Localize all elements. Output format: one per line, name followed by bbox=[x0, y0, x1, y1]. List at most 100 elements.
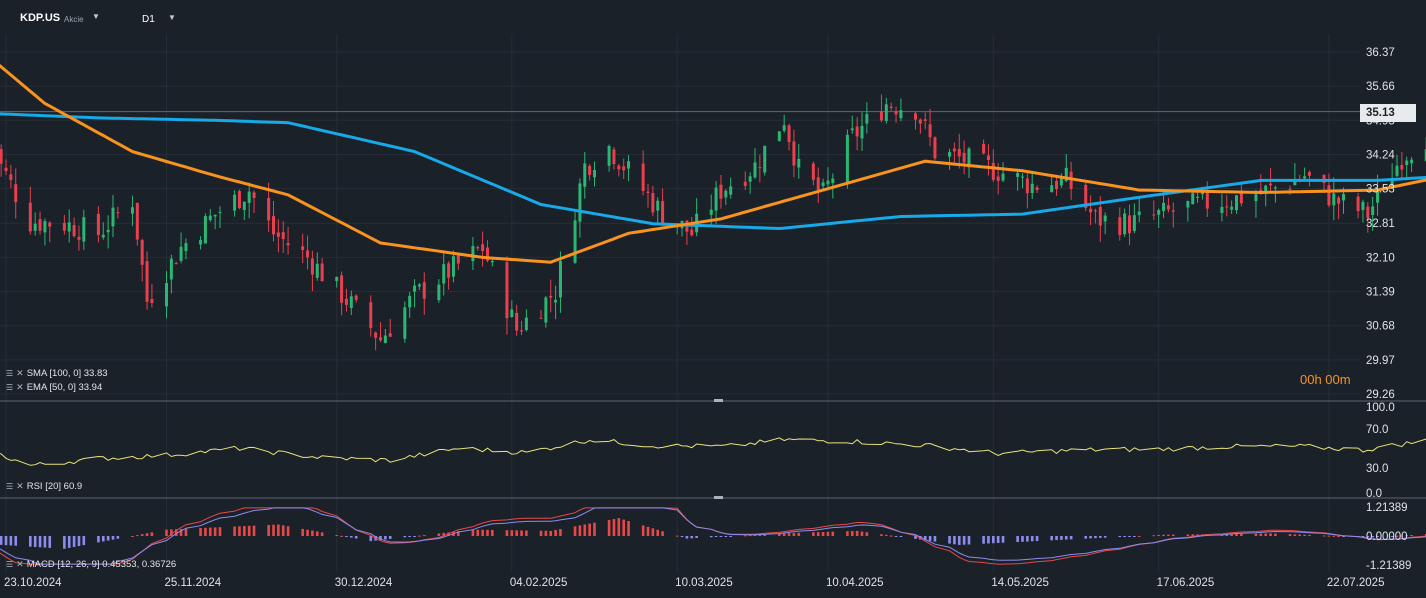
macd-histogram-bar bbox=[661, 531, 664, 536]
candle-body bbox=[456, 255, 460, 264]
macd-histogram-bar bbox=[1254, 533, 1258, 536]
candle-body bbox=[923, 119, 927, 121]
candle-body bbox=[627, 161, 631, 169]
macd-histogram-bar bbox=[131, 536, 134, 537]
candle-body bbox=[1410, 159, 1414, 164]
macd-indicator-legend[interactable]: ☰ ✕ MACD [12, 26, 9] 0.45353, 0.36726 bbox=[6, 559, 176, 570]
axis-labels: 36.3735.6634.9534.2433.5332.8132.1031.39… bbox=[4, 47, 1411, 589]
macd-histogram-bar bbox=[481, 529, 484, 536]
candle-body bbox=[914, 113, 917, 120]
macd-histogram-bar bbox=[354, 536, 358, 539]
candle-body bbox=[116, 212, 120, 214]
pane-resize-handle[interactable] bbox=[714, 496, 723, 499]
settings-icon[interactable]: ☰ bbox=[6, 383, 13, 392]
macd-histogram-bar bbox=[471, 529, 475, 536]
macd-histogram-bar bbox=[1269, 533, 1272, 536]
macd-histogram-bar bbox=[1410, 534, 1413, 536]
candle-body bbox=[986, 155, 990, 161]
macd-histogram-bar bbox=[315, 531, 319, 536]
macd-histogram-bar bbox=[1089, 536, 1092, 539]
candle-body bbox=[490, 260, 494, 263]
macd-histogram-bar bbox=[267, 524, 270, 536]
macd-histogram-bar bbox=[1298, 534, 1302, 536]
macd-histogram-bar bbox=[1123, 536, 1126, 537]
macd-histogram-bar bbox=[953, 536, 956, 545]
candle-countdown-timer: 00h 00m bbox=[1300, 372, 1351, 387]
rsi-tick-label: 0.0 bbox=[1366, 488, 1382, 500]
candle-body bbox=[651, 193, 655, 213]
rsi-indicator-legend[interactable]: ☰ ✕ RSI [20] 60.9 bbox=[6, 481, 82, 492]
candle-body bbox=[320, 263, 324, 282]
remove-indicator-icon[interactable]: ✕ bbox=[16, 382, 24, 393]
candle-body bbox=[403, 307, 407, 339]
candle-body bbox=[1055, 180, 1059, 190]
macd-histogram-bar bbox=[277, 524, 280, 536]
settings-icon[interactable]: ☰ bbox=[6, 482, 13, 491]
macd-histogram-bar bbox=[208, 527, 212, 536]
macd-histogram-bar bbox=[719, 536, 723, 537]
macd-histogram-bar bbox=[685, 536, 689, 539]
date-tick-label: 23.10.2024 bbox=[4, 577, 62, 589]
candle-body bbox=[748, 176, 752, 182]
macd-histogram-bar bbox=[145, 533, 149, 536]
candle-body bbox=[67, 222, 71, 232]
macd-histogram-bar bbox=[860, 531, 864, 536]
candle-body bbox=[884, 104, 888, 121]
date-tick-label: 22.07.2025 bbox=[1327, 577, 1385, 589]
date-tick-label: 10.04.2025 bbox=[826, 577, 884, 589]
candle-body bbox=[281, 232, 285, 240]
candle-body bbox=[247, 191, 251, 203]
macd-histogram-bar bbox=[525, 530, 528, 536]
macd-indicator-label: MACD [12, 26, 9] 0.45353, 0.36726 bbox=[26, 559, 177, 570]
candle-body bbox=[340, 275, 344, 303]
candle-body bbox=[622, 166, 626, 171]
macd-histogram-bar bbox=[437, 533, 441, 536]
ema-indicator-legend[interactable]: ☰ ✕ EMA [50, 0] 33.94 bbox=[6, 382, 102, 393]
candle-body bbox=[165, 283, 168, 307]
macd-histogram-bar bbox=[709, 536, 713, 538]
candle-body bbox=[763, 145, 767, 173]
remove-indicator-icon[interactable]: ✕ bbox=[16, 368, 24, 379]
macd-histogram-bar bbox=[1162, 534, 1165, 536]
candle-body bbox=[743, 181, 747, 187]
candle-body bbox=[777, 131, 781, 142]
remove-indicator-icon[interactable]: ✕ bbox=[16, 481, 24, 492]
macd-histogram-bar bbox=[782, 533, 786, 536]
macd-histogram-bar bbox=[865, 532, 869, 536]
macd-histogram-bar bbox=[306, 529, 309, 536]
candle-body bbox=[1025, 178, 1029, 194]
macd-histogram-bar bbox=[1099, 536, 1102, 538]
price-chart[interactable]: 36.3735.6634.9534.2433.5332.8132.1031.39… bbox=[0, 0, 1426, 598]
candle-body bbox=[996, 176, 1000, 181]
candle-body bbox=[1016, 172, 1020, 177]
candle-body bbox=[369, 302, 373, 329]
macd-histogram-bar bbox=[962, 536, 966, 545]
macd-histogram-bar bbox=[1235, 533, 1238, 536]
sma-indicator-legend[interactable]: ☰ ✕ SMA [100, 0] 33.83 bbox=[6, 368, 108, 379]
macd-histogram bbox=[0, 518, 1426, 549]
settings-icon[interactable]: ☰ bbox=[6, 560, 13, 569]
candle-body bbox=[520, 330, 524, 332]
candle-body bbox=[957, 149, 961, 157]
candle-body bbox=[1303, 176, 1307, 179]
candle-body bbox=[208, 215, 212, 221]
price-tick-label: 33.53 bbox=[1366, 184, 1395, 196]
macd-histogram-bar bbox=[281, 525, 285, 536]
macd-histogram-bar bbox=[1094, 536, 1097, 539]
pane-resize-handle[interactable] bbox=[714, 399, 723, 402]
macd-histogram-bar bbox=[1293, 534, 1297, 536]
candle-body bbox=[709, 209, 713, 215]
candle-body bbox=[476, 247, 480, 249]
candle-body bbox=[451, 256, 455, 277]
candle-body bbox=[573, 220, 577, 263]
candle-body bbox=[388, 333, 392, 337]
settings-icon[interactable]: ☰ bbox=[6, 369, 13, 378]
macd-histogram-bar bbox=[987, 536, 990, 544]
remove-indicator-icon[interactable]: ✕ bbox=[16, 559, 24, 570]
candle-body bbox=[349, 296, 353, 308]
macd-histogram-bar bbox=[1084, 536, 1088, 539]
macd-histogram-bar bbox=[340, 535, 343, 537]
sma-100-line bbox=[0, 112, 1426, 231]
candle-body bbox=[38, 219, 42, 231]
macd-histogram-bar bbox=[345, 536, 348, 537]
